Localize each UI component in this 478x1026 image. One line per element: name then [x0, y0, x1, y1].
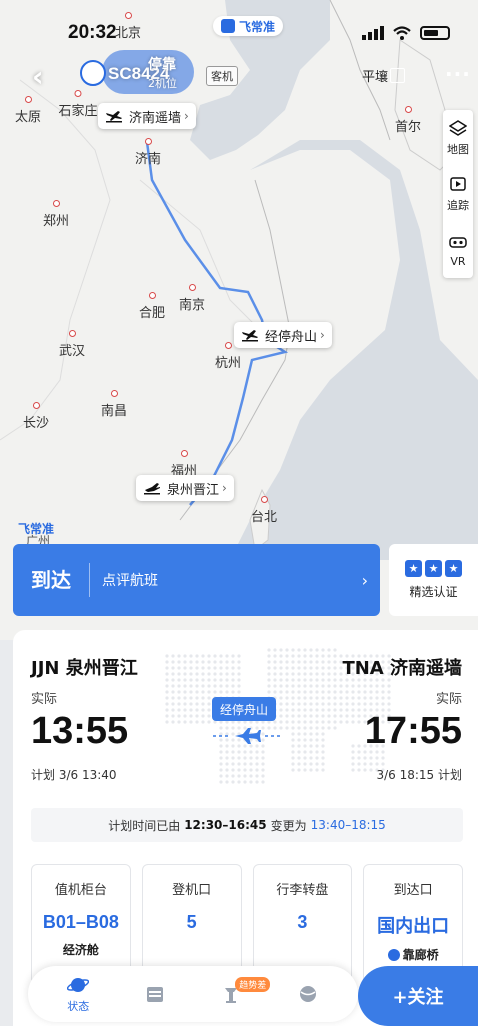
city-shijiazhuang: 石家庄	[58, 90, 98, 119]
stopover-map-label[interactable]: 经停舟山 ›	[234, 322, 332, 348]
destination-airport: TNA 济南遥墙	[342, 658, 462, 679]
origin-map-label[interactable]: 泉州晋江 ›	[136, 475, 234, 501]
chevron-right-icon: ›	[361, 570, 368, 590]
jet-bridge-icon	[387, 949, 400, 961]
more-options-button[interactable]: ···	[445, 62, 471, 86]
status-bar-icons	[362, 26, 450, 40]
follow-button[interactable]: +关注	[358, 966, 478, 1026]
stand-position: 2机位	[148, 77, 177, 90]
airline-logo	[80, 60, 106, 86]
signal-icon	[362, 26, 384, 40]
status-bar-time: 20:32	[68, 22, 117, 43]
landing-plane-icon	[242, 330, 258, 342]
video-track-icon	[450, 177, 466, 191]
city-taiyuan: 太原	[15, 96, 41, 125]
aircraft-type-tag: 客机	[206, 66, 238, 86]
flight-status-label: 到达	[13, 563, 90, 597]
planned-arrival: 3/6 18:15 计划	[376, 768, 462, 782]
actual-label-arrival: 实际	[435, 692, 462, 707]
map-layers-button[interactable]: 地图	[443, 110, 473, 166]
three-star-icon: ★ ★ ★	[405, 560, 462, 577]
city-wuhan: 武汉	[59, 330, 85, 359]
review-flight-link[interactable]: 点评航班	[90, 570, 362, 590]
nav-globe[interactable]	[278, 983, 338, 1005]
vr-headset-icon	[449, 236, 467, 248]
nav-trend[interactable]: 趋势差	[201, 977, 271, 1005]
city-taipei: 台北	[251, 496, 277, 525]
watermark-map: 飞常准	[18, 522, 55, 536]
certified-badge[interactable]: ★ ★ ★ 精选认证	[389, 544, 478, 616]
calendar-icon	[146, 987, 163, 1002]
schedule-change-note: 计划时间已由 12:30–16:45 变更为 13:40–18:15	[31, 808, 463, 842]
watermark-top: 飞常准	[213, 16, 284, 36]
stopover-badge[interactable]: 经停舟山	[212, 697, 277, 721]
share-button[interactable]: 平壤	[362, 66, 406, 85]
stand-status: 停靠	[148, 57, 176, 73]
vr-button[interactable]: VR	[443, 222, 473, 278]
landing-plane-icon	[106, 111, 122, 123]
city-hefei: 合肥	[139, 292, 165, 321]
share-icon	[390, 68, 406, 83]
globe-icon	[299, 986, 316, 1002]
city-beijing: 北京	[115, 12, 141, 41]
planet-icon	[67, 978, 90, 992]
actual-arrival-time: 17:55	[364, 710, 462, 752]
destination-map-label[interactable]: 济南遥墙 ›	[98, 103, 196, 129]
actual-departure-time: 13:55	[31, 710, 129, 752]
city-nanchang: 南昌	[101, 390, 127, 419]
takeoff-plane-icon	[144, 483, 160, 495]
map-tools: 地图 追踪 VR	[443, 110, 473, 278]
wifi-icon	[393, 26, 411, 40]
nav-calendar[interactable]	[125, 983, 185, 1005]
track-button[interactable]: 追踪	[443, 166, 473, 222]
city-nanjing: 南京	[179, 284, 205, 313]
feichangzhun-logo-icon	[221, 19, 235, 33]
planned-departure: 计划 3/6 13:40	[31, 768, 117, 782]
city-jinan: 济南	[135, 138, 161, 167]
city-zhengzhou: 郑州	[43, 200, 69, 229]
origin-airport: JJN 泉州晋江	[31, 658, 138, 679]
layers-icon	[449, 120, 467, 136]
actual-label-departure: 实际	[31, 692, 58, 707]
city-seoul: 首尔	[395, 106, 421, 135]
arrival-status-bar[interactable]: 到达 点评航班 ›	[13, 544, 380, 616]
trend-badge: 趋势差	[235, 977, 271, 992]
route-plane-icon	[213, 728, 283, 744]
city-changsha: 长沙	[23, 402, 49, 431]
back-button[interactable]: ‹	[32, 60, 44, 93]
battery-icon	[420, 26, 450, 40]
bottom-navigation: 状态 趋势差	[28, 966, 358, 1022]
nav-status[interactable]: 状态	[48, 974, 108, 1014]
